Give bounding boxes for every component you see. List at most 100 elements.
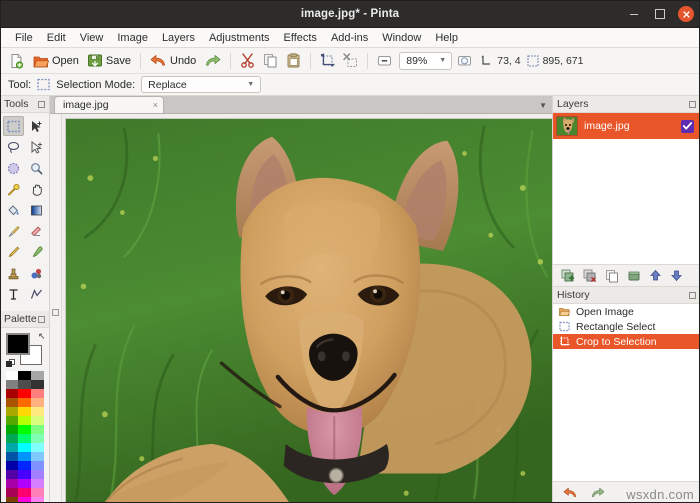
menu-adjustments[interactable]: Adjustments: [202, 28, 277, 48]
menu-edit[interactable]: Edit: [40, 28, 73, 48]
minimize-button[interactable]: [626, 6, 642, 22]
palette-swatch-4[interactable]: [18, 380, 31, 389]
crop-to-selection-button[interactable]: [317, 50, 338, 72]
menu-help[interactable]: Help: [428, 28, 465, 48]
palette-swatch-29[interactable]: [31, 452, 44, 461]
zoom-out-button[interactable]: [374, 50, 395, 72]
palette-swatch-8[interactable]: [31, 389, 44, 398]
tool-ellipse-select[interactable]: [3, 158, 24, 178]
image-canvas[interactable]: [65, 118, 552, 503]
palette-swatch-9[interactable]: [6, 398, 19, 407]
palette-swatch-32[interactable]: [31, 461, 44, 470]
palette-swatch-28[interactable]: [18, 452, 31, 461]
palette-swatch-44[interactable]: [31, 497, 44, 503]
save-button[interactable]: Save: [84, 50, 134, 72]
palette-swatch-3[interactable]: [6, 380, 19, 389]
palette-swatch-16[interactable]: [18, 416, 31, 425]
menu-image[interactable]: Image: [110, 28, 155, 48]
menu-effects[interactable]: Effects: [277, 28, 324, 48]
menu-view[interactable]: View: [73, 28, 111, 48]
palette-swatch-25[interactable]: [18, 443, 31, 452]
palette-swatch-31[interactable]: [18, 461, 31, 470]
redo-history-icon[interactable]: [590, 487, 605, 499]
palette-swatch-1[interactable]: [18, 371, 31, 380]
tools-panel-collapse-icon[interactable]: [38, 101, 45, 108]
palette-swatch-22[interactable]: [18, 434, 31, 443]
zoom-in-button[interactable]: [454, 50, 475, 72]
selection-mode-dropdown[interactable]: Replace ▼: [141, 76, 261, 93]
copy-button[interactable]: [260, 50, 281, 72]
palette-swatch-27[interactable]: [6, 452, 19, 461]
palette-swatch-39[interactable]: [6, 488, 19, 497]
tool-move-selection[interactable]: [26, 137, 47, 157]
palette-swatch-43[interactable]: [18, 497, 31, 503]
palette-swatch-21[interactable]: [6, 434, 19, 443]
merge-layer-down-icon[interactable]: [627, 269, 641, 283]
move-layer-down-icon[interactable]: [670, 269, 683, 282]
palette-swatch-15[interactable]: [6, 416, 19, 425]
panel-resize-handle[interactable]: [52, 309, 59, 316]
palette-swatch-13[interactable]: [18, 407, 31, 416]
history-panel-collapse-icon[interactable]: [689, 292, 696, 299]
undo-button[interactable]: Undo: [147, 50, 199, 72]
history-item-rectangle-select[interactable]: Rectangle Select: [553, 319, 700, 334]
tool-pan[interactable]: [26, 179, 47, 199]
tool-move-selected[interactable]: [26, 116, 47, 136]
chevron-down-icon[interactable]: ▼: [539, 101, 547, 110]
palette-swatch-5[interactable]: [31, 380, 44, 389]
menu-file[interactable]: File: [8, 28, 40, 48]
palette-swatch-40[interactable]: [18, 488, 31, 497]
palette-swatch-36[interactable]: [6, 479, 19, 488]
palette-swatch-7[interactable]: [18, 389, 31, 398]
palette-swatch-0[interactable]: [6, 371, 19, 380]
close-icon[interactable]: ×: [153, 100, 158, 110]
add-layer-icon[interactable]: [561, 269, 575, 283]
tool-eraser[interactable]: [26, 221, 47, 241]
canvas-area[interactable]: [50, 114, 552, 503]
layer-visibility-checkbox[interactable]: [681, 120, 694, 133]
redo-button[interactable]: [201, 50, 224, 72]
tool-lasso-select[interactable]: [3, 137, 24, 157]
new-image-button[interactable]: [6, 50, 28, 72]
duplicate-layer-icon[interactable]: [605, 269, 619, 283]
palette-swatch-23[interactable]: [31, 434, 44, 443]
palette-swatch-24[interactable]: [6, 443, 19, 452]
primary-color-swatch[interactable]: [6, 333, 30, 355]
menu-add-ins[interactable]: Add-ins: [324, 28, 375, 48]
palette-swatch-34[interactable]: [18, 470, 31, 479]
history-item-crop-to-selection[interactable]: Crop to Selection: [553, 334, 700, 349]
history-item-open-image[interactable]: Open Image: [553, 304, 700, 319]
palette-swatch-38[interactable]: [31, 479, 44, 488]
palette-swatch-14[interactable]: [31, 407, 44, 416]
tool-gradient[interactable]: [26, 200, 47, 220]
tool-paint-bucket[interactable]: [3, 200, 24, 220]
reset-colors-icon[interactable]: [6, 359, 15, 368]
palette-swatch-30[interactable]: [6, 461, 19, 470]
palette-swatch-6[interactable]: [6, 389, 19, 398]
zoom-combobox[interactable]: 89% ▼: [399, 52, 452, 70]
palette-swatch-17[interactable]: [31, 416, 44, 425]
menu-window[interactable]: Window: [375, 28, 428, 48]
close-button[interactable]: [678, 6, 694, 22]
palette-swatch-2[interactable]: [31, 371, 44, 380]
palette-swatch-11[interactable]: [31, 398, 44, 407]
tool-recolor[interactable]: [26, 263, 47, 283]
palette-swatch-37[interactable]: [18, 479, 31, 488]
paste-button[interactable]: [283, 50, 304, 72]
palette-swatch-19[interactable]: [18, 425, 31, 434]
tool-pencil[interactable]: [3, 242, 24, 262]
swap-colors-icon[interactable]: ↖: [38, 331, 46, 342]
tool-line-curve[interactable]: [26, 284, 47, 304]
document-tab[interactable]: image.jpg ×: [54, 96, 164, 113]
tool-color-picker[interactable]: [26, 242, 47, 262]
delete-layer-icon[interactable]: [583, 269, 597, 283]
palette-panel-collapse-icon[interactable]: [38, 316, 45, 323]
cut-button[interactable]: [237, 50, 258, 72]
menu-layers[interactable]: Layers: [155, 28, 202, 48]
palette-swatch-42[interactable]: [6, 497, 19, 503]
tool-magic-wand[interactable]: [3, 179, 24, 199]
tool-text[interactable]: [3, 284, 24, 304]
tool-clone-stamp[interactable]: [3, 263, 24, 283]
open-button[interactable]: Open: [30, 50, 82, 72]
maximize-button[interactable]: [652, 6, 668, 22]
